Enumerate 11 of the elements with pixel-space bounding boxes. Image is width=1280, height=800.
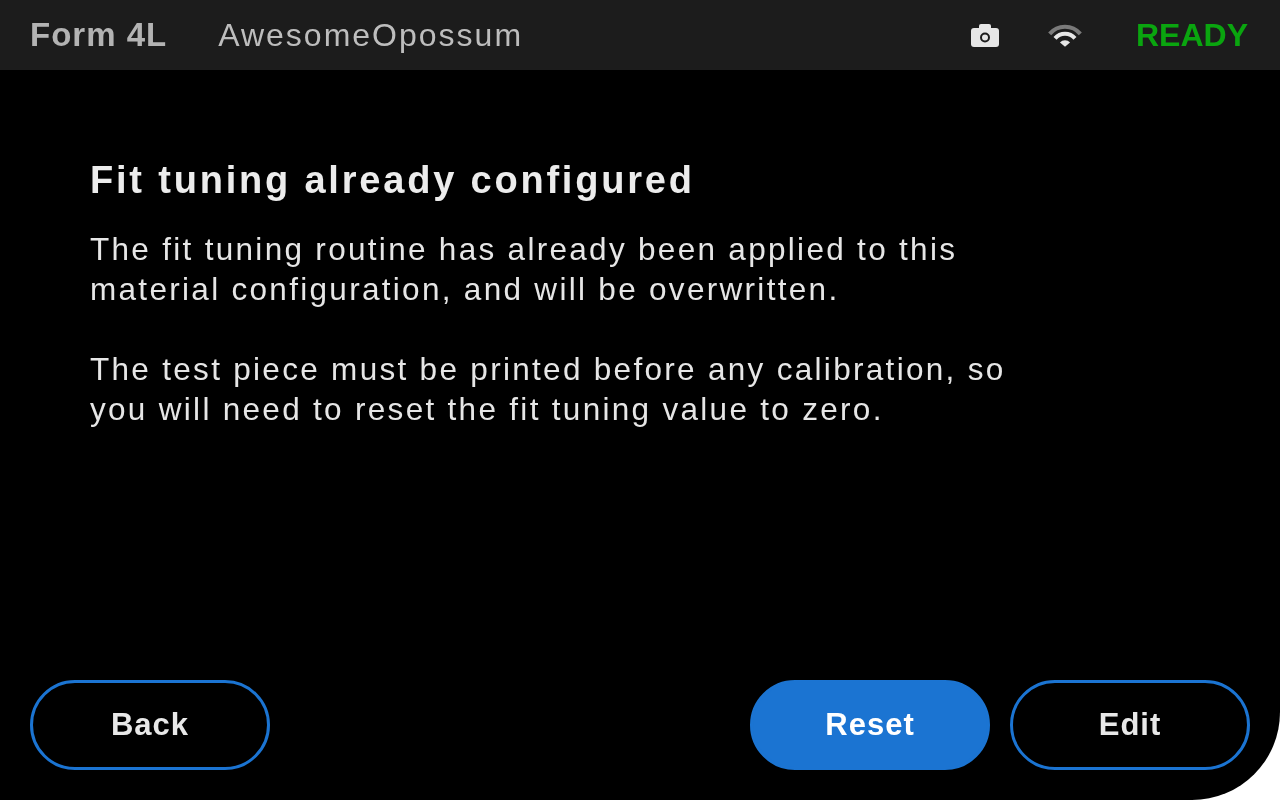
- printer-status: READY: [1136, 16, 1248, 54]
- printer-model: Form 4L: [30, 16, 168, 54]
- dialog-title: Fit tuning already configured: [90, 158, 696, 203]
- primary-button[interactable]: Reset: [750, 680, 990, 770]
- dialog-paragraph: The test piece must be printed before any calibration, so you will need to reset the fit tuning value to zero.: [90, 350, 1007, 429]
- outline-button[interactable]: Back: [30, 680, 270, 770]
- camera-icon[interactable]: [971, 23, 999, 47]
- dialog-paragraph: The fit tuning routine has already been applied to this material configuration, and will be overwritten.: [90, 230, 959, 309]
- printer-name: AwesomeOpossum: [218, 16, 524, 54]
- wifi-icon[interactable]: [1048, 23, 1082, 47]
- outline-button[interactable]: Edit: [1010, 680, 1250, 770]
